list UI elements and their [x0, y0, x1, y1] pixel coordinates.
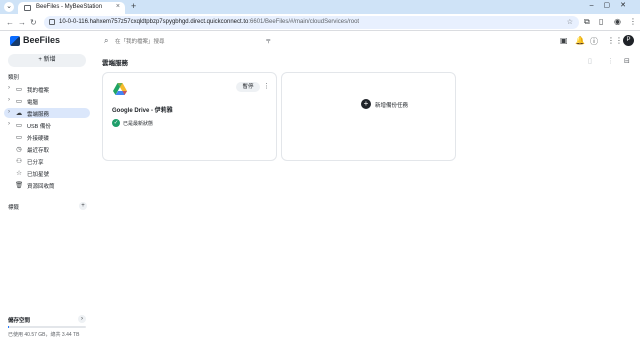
sidebar-item-label: 雲端服務: [27, 112, 50, 118]
storage-progress-bar: [8, 326, 86, 328]
expand-chevron-icon[interactable]: ›: [8, 121, 10, 127]
task-status: 已是最新狀態: [123, 121, 154, 127]
people-icon: ⚇: [16, 158, 22, 165]
search-input[interactable]: [115, 36, 255, 47]
sidebar-item-cloud-services[interactable]: › ☁ 雲端服務: [4, 108, 90, 118]
view-toggle-icon[interactable]: ⊟: [624, 57, 630, 65]
page-title: 雲端服務: [102, 60, 128, 67]
storage-details-button[interactable]: ›: [78, 315, 86, 323]
expand-chevron-icon[interactable]: ›: [8, 97, 10, 103]
sidebar-item-label: 資源回收筒: [27, 184, 55, 190]
folder-icon: ▭: [15, 86, 23, 93]
filter-icon[interactable]: ⫧: [266, 36, 271, 46]
computer-icon: ▭: [15, 98, 23, 105]
sidebar-item-recent[interactable]: ◷ 最近存取: [4, 144, 90, 154]
task-monitor-icon[interactable]: ▣: [560, 36, 568, 45]
expand-chevron-icon[interactable]: ›: [8, 109, 10, 115]
check-circle-icon: ✓: [112, 119, 120, 127]
sidepanel-icon[interactable]: ▯: [599, 17, 603, 26]
storage-usage-text: 已使用 40.57 GB，總共 3.44 TB: [8, 332, 80, 338]
sidebar-item-external-drive[interactable]: ▭ 外接硬碟: [4, 132, 90, 142]
storage-title: 儲存空間: [8, 318, 31, 324]
sidebar-item-label: 已分享: [27, 160, 44, 166]
add-circle-icon: +: [361, 99, 371, 109]
usb-icon: ▭: [15, 122, 23, 129]
more-options-icon[interactable]: ⋮: [607, 57, 614, 65]
profile-icon[interactable]: ◉: [614, 17, 621, 26]
sidebar-item-recycle-bin[interactable]: 🗑 資源回收筒: [4, 180, 90, 190]
add-backup-task-label: 新增備份任務: [375, 103, 409, 109]
user-avatar[interactable]: P: [623, 35, 634, 46]
url-tail: :6601/BeeFiles/#/main/cloudServices/root: [248, 19, 360, 25]
search-icon: ⌕: [104, 36, 109, 45]
tags-section-label: 標籤: [8, 205, 20, 211]
site-info-icon[interactable]: [49, 19, 55, 25]
sidebar-item-label: 電腦: [27, 100, 39, 106]
notification-bell-icon[interactable]: 🔔: [575, 36, 585, 45]
tab-favicon-icon: [24, 5, 31, 11]
sidebar-item-my-files[interactable]: › ▭ 我的檔案: [4, 84, 90, 94]
tab-search-icon[interactable]: ⌄: [4, 2, 14, 12]
browser-tab-strip: ⌄ BeeFiles - MyBeeStation × + –▢✕: [0, 0, 640, 14]
sidebar-item-shared[interactable]: ⚇ 已分享: [4, 156, 90, 166]
category-section-label: 類別: [8, 75, 20, 81]
search-bar: ⌕ ⫧: [104, 36, 276, 47]
add-tag-button[interactable]: +: [79, 202, 87, 210]
browser-menu-icon[interactable]: ⋮: [629, 17, 637, 26]
sidebar-item-label: 已加星號: [27, 172, 50, 178]
storage-progress-fill: [8, 326, 9, 328]
clock-icon: ◷: [16, 146, 22, 153]
pause-button[interactable]: 暫停: [236, 82, 260, 92]
google-drive-icon: [113, 83, 127, 95]
sidebar-item-usb-backup[interactable]: › ▭ USB 備份: [4, 120, 90, 130]
url-text[interactable]: 10-0-0-116.hahxem757z57cxqldtpbzp7spygbh…: [59, 19, 359, 25]
cloud-task-card[interactable]: 暫停 ⋮ Google Drive - 伊莉雅 ✓ 已是最新狀態: [102, 72, 277, 161]
cloud-icon: ☁: [15, 110, 23, 117]
add-backup-task-card[interactable]: + 新增備份任務: [281, 72, 456, 161]
star-icon: ☆: [16, 170, 22, 177]
card-more-icon[interactable]: ⋮: [263, 82, 270, 90]
sidebar-item-label: 外接硬碟: [27, 136, 50, 142]
external-drive-icon: ▭: [15, 134, 23, 141]
delete-icon[interactable]: ▯: [588, 57, 592, 65]
browser-toolbar: ← → ↻ 10-0-0-116.hahxem757z57cxqldtpbzp7…: [0, 14, 640, 31]
tab-close-icon[interactable]: ×: [116, 3, 120, 10]
sidebar-item-starred[interactable]: ☆ 已加星號: [4, 168, 90, 178]
url-main: 10-0-0-116.hahxem757z57cxqldtpbzp7spygbh…: [59, 19, 249, 25]
app-name: BeeFiles: [23, 35, 61, 45]
address-bar[interactable]: 10-0-0-116.hahxem757z57cxqldtpbzp7spygbh…: [44, 16, 579, 29]
trash-icon: 🗑: [15, 182, 24, 189]
sidebar-item-label: USB 備份: [27, 124, 51, 130]
new-tab-icon[interactable]: +: [131, 1, 136, 11]
sidebar-item-label: 我的檔案: [27, 88, 50, 94]
task-name: Google Drive - 伊莉雅: [112, 108, 173, 114]
reload-icon[interactable]: ↻: [30, 18, 37, 27]
expand-chevron-icon[interactable]: ›: [8, 85, 10, 91]
bookmark-star-icon[interactable]: ☆: [567, 18, 573, 26]
sidebar-item-label: 最近存取: [27, 148, 50, 154]
help-icon[interactable]: ⓘ: [590, 36, 598, 47]
forward-icon[interactable]: →: [18, 18, 26, 27]
extensions-icon[interactable]: ⧉: [584, 17, 590, 27]
browser-tab[interactable]: BeeFiles - MyBeeStation ×: [18, 2, 125, 14]
apps-grid-icon[interactable]: ⋮⋮: [607, 36, 623, 45]
sidebar-item-computer[interactable]: › ▭ 電腦: [4, 96, 90, 106]
back-icon[interactable]: ←: [6, 18, 14, 27]
window-controls[interactable]: –▢✕: [590, 1, 636, 9]
beefiles-logo: [10, 36, 20, 46]
new-button[interactable]: + 新增: [8, 54, 86, 67]
tab-title: BeeFiles - MyBeeStation: [36, 4, 103, 10]
